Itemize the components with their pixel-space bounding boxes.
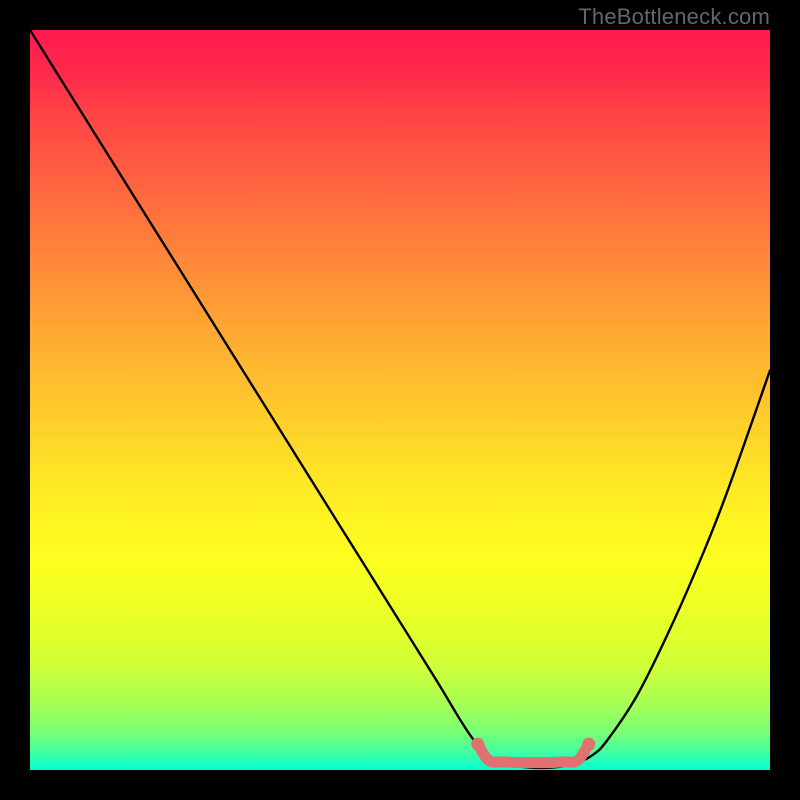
plot-area xyxy=(30,30,770,770)
watermark-text: TheBottleneck.com xyxy=(578,4,770,30)
highlight-band-cap xyxy=(471,738,484,751)
highlight-band-caps xyxy=(471,738,595,751)
chart-container: TheBottleneck.com xyxy=(0,0,800,800)
bottleneck-curve-path xyxy=(30,30,770,768)
highlight-band-path xyxy=(478,744,589,763)
curve-svg xyxy=(30,30,770,770)
highlight-band-cap xyxy=(582,738,595,751)
